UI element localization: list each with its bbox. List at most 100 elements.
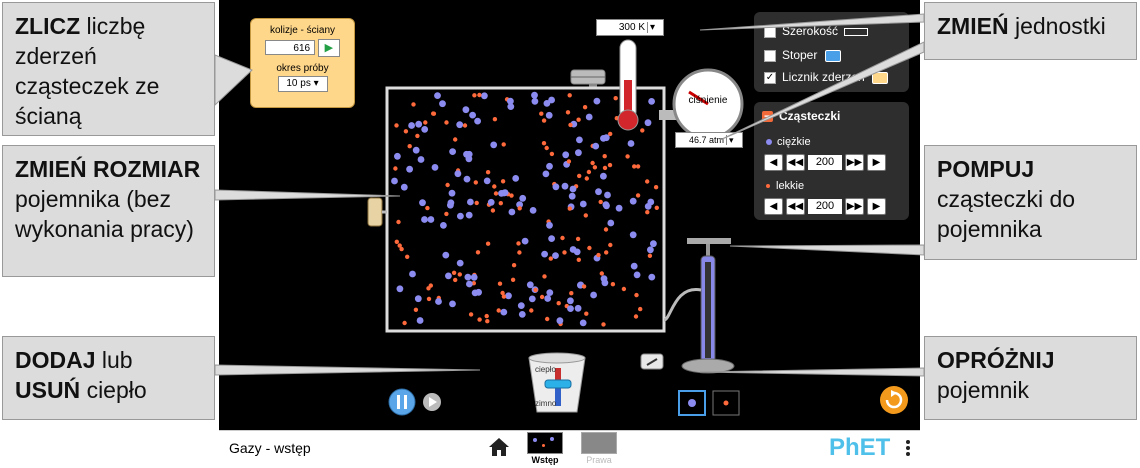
light-particle [621,286,627,292]
light-particle [492,117,498,122]
heavy-particle [400,183,408,191]
heavy-particle [592,142,600,150]
light-particle [426,296,432,302]
light-particle [431,111,436,116]
heat-label: ciepło [535,365,556,374]
screen-button-intro[interactable]: Wstęp [527,432,563,466]
heavy-particle [531,97,539,105]
heavy-particle [408,122,415,129]
collision-counter-option-label: Licznik zderzeń [782,70,865,84]
pump-handle[interactable] [687,238,731,244]
heavy-particle [463,150,470,158]
light-particle [501,142,506,147]
heavy-particle [505,292,512,300]
light-particle [407,144,412,149]
stopwatch-checkbox[interactable] [764,49,776,62]
light-particle-icon [766,184,770,189]
heavy-particle [528,295,536,303]
light-particle [501,294,507,299]
heavy-particle [517,302,525,309]
heavy-particle [561,182,569,190]
light-particle [596,252,601,258]
collapse-icon[interactable]: − [762,110,773,123]
light-particle [423,120,428,125]
increment-fast-icon[interactable]: ▶▶ [845,198,864,215]
heavy-particle [464,273,472,281]
heavy-particle [415,120,423,128]
callout-pump-text: cząsteczki do pojemnika [937,186,1076,242]
decrement-icon[interactable]: ◀ [764,154,783,171]
collision-play-button[interactable]: ▶ [317,39,340,57]
stopwatch-option[interactable]: Stoper [764,48,841,62]
particles-panel-header[interactable]: − Cząsteczki [762,109,840,123]
heavy-count-spinner[interactable]: ◀ ◀◀ 200 ▶▶ ▶ [764,154,889,171]
home-button[interactable] [487,436,511,458]
heavy-particle [439,100,446,108]
light-particle [654,205,659,210]
pressure-select[interactable]: 46.7 atm ▾ [675,132,743,148]
light-count-spinner[interactable]: ◀ ◀◀ 200 ▶▶ ▶ [764,198,889,215]
collision-counter-option[interactable]: ✓ Licznik zderzeń [764,70,889,84]
width-checkbox[interactable] [764,25,776,38]
increment-icon[interactable]: ▶ [867,154,886,171]
heavy-particle [449,300,456,308]
light-particle [405,254,410,259]
heavy-particle [630,262,638,270]
light-particle [490,208,496,213]
heavy-particle [412,146,420,154]
heavy-particle [629,197,637,205]
heavy-particle [414,295,422,303]
particles-panel-title: Cząsteczki [779,109,841,123]
light-particle [453,277,458,283]
heater-slider[interactable] [544,379,572,389]
heavy-particle [546,289,554,296]
light-particle [567,206,572,211]
width-option[interactable]: Szerokość [764,24,869,38]
heavy-particle [391,177,398,185]
light-particle [484,313,489,319]
resize-handle[interactable] [367,197,383,227]
pause-button[interactable] [388,388,416,416]
light-particle [556,301,561,306]
light-particle [602,165,608,171]
heavy-particle [545,111,553,119]
screen-label-laws: Prawa [586,455,612,465]
light-particle [493,191,499,196]
reset-button[interactable] [880,386,908,414]
light-particle [457,272,462,277]
heavy-particle [552,252,559,259]
heavy-particle [590,291,597,299]
heavy-particle [644,203,652,210]
heavy-particle [567,305,574,312]
increment-fast-icon[interactable]: ▶▶ [845,154,864,171]
width-option-label: Szerokość [782,24,839,38]
decrement-fast-icon[interactable]: ◀◀ [786,198,805,215]
decrement-icon[interactable]: ◀ [764,198,783,215]
simulation-area: kolizje - ściany 616 ▶ okres próby 10 ps… [219,0,920,430]
collision-counter-checkbox[interactable]: ✓ [764,71,776,84]
heavy-particle [474,117,481,125]
heavy-particle [595,188,602,196]
heavy-particle [456,259,464,267]
temperature-select[interactable]: 300 K ▾ [596,19,664,36]
collision-counter[interactable]: kolizje - ściany 616 ▶ okres próby 10 ps… [250,18,355,108]
menu-icon[interactable] [905,438,911,460]
heavy-particle [568,192,576,200]
light-count-value[interactable]: 200 [808,199,842,214]
heavy-particle [573,248,581,256]
light-particle [492,184,497,189]
increment-icon[interactable]: ▶ [867,198,886,215]
sample-period-select[interactable]: 10 ps ▾ [277,76,328,92]
heavy-particle [529,207,537,214]
screen-button-laws[interactable]: Prawa [581,432,617,466]
heavy-count-value[interactable]: 200 [808,155,842,170]
light-particle [607,162,613,168]
callout-heat-text: ciepło [86,377,147,403]
sample-period-value: 10 ps [286,78,311,89]
light-particle [645,179,650,184]
light-particle [415,133,420,139]
decrement-fast-icon[interactable]: ◀◀ [786,154,805,171]
chevron-down-icon: ▾ [647,22,656,33]
light-particle [599,271,604,276]
light-particle [445,182,450,188]
